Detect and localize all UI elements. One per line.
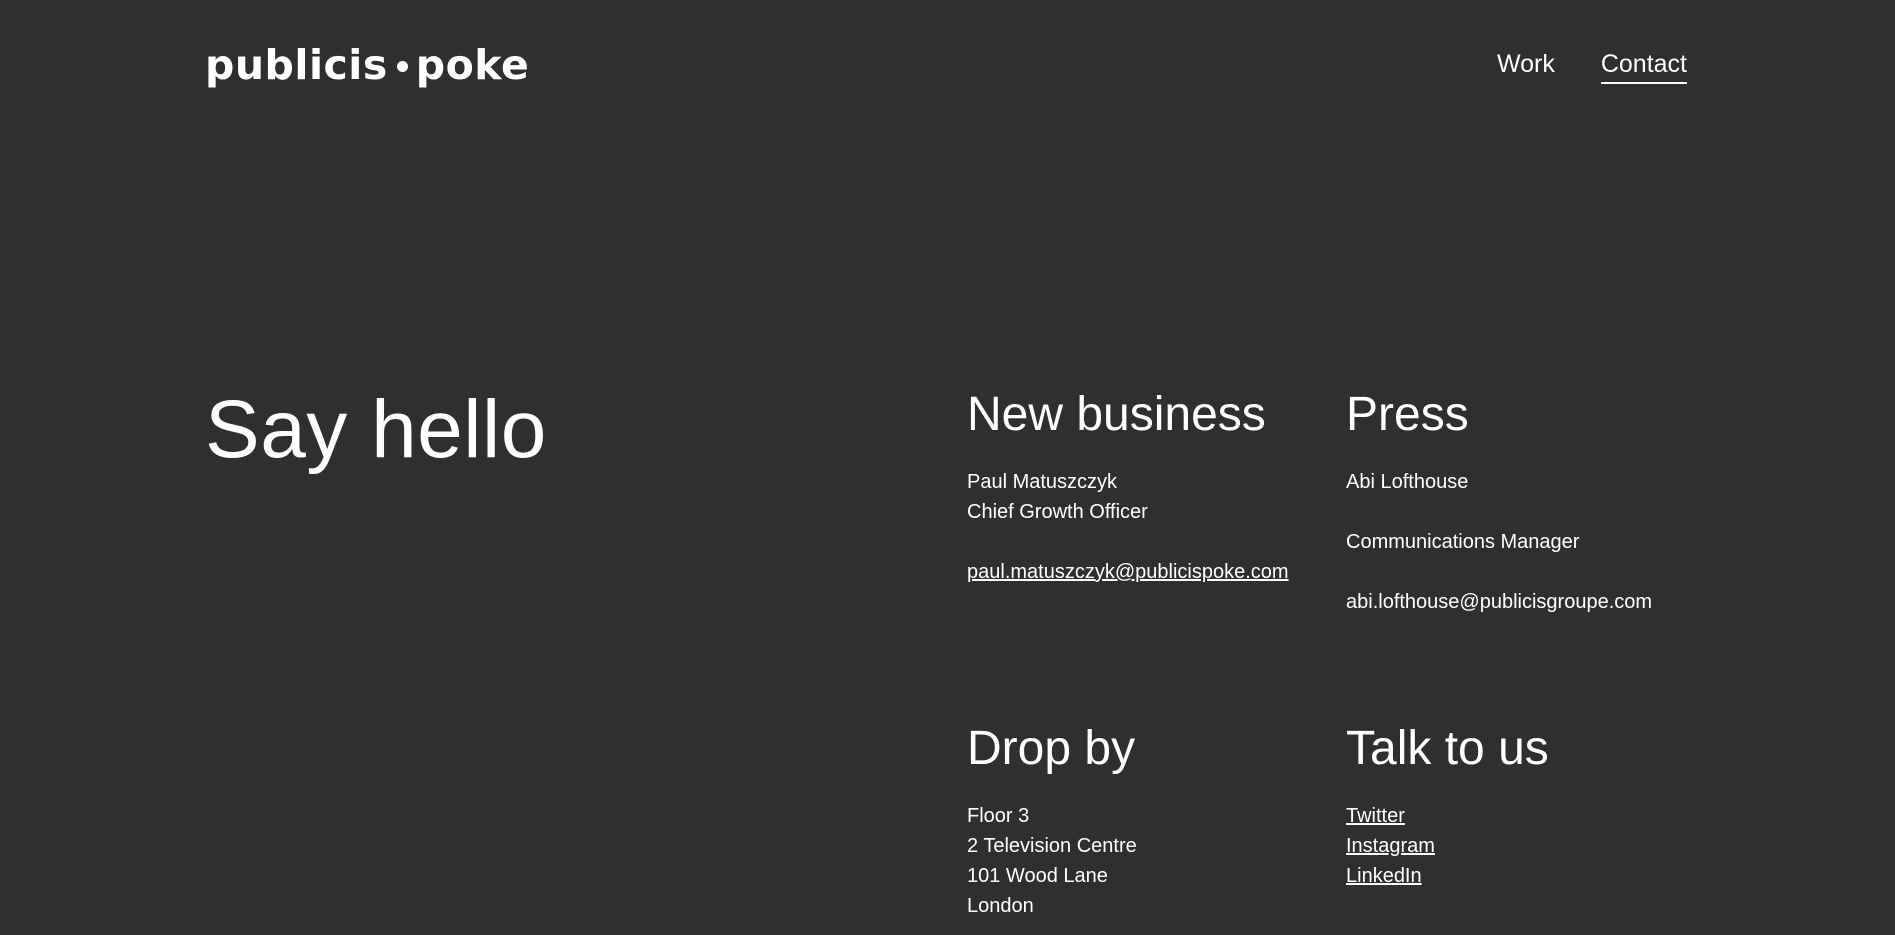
drop-by-section: Drop by Floor 3 2 Television Centre 101 …: [967, 721, 1137, 921]
talk-to-us-heading: Talk to us: [1346, 722, 1549, 775]
address-line: Floor 3: [967, 805, 1030, 827]
new-business-heading: New business: [967, 388, 1266, 441]
twitter-link[interactable]: Twitter: [1346, 801, 1549, 831]
address-line: 2 Television Centre: [967, 835, 1137, 857]
logo-text-right: poke: [415, 41, 530, 89]
press-contact-name: Abi Lofthouse: [1346, 471, 1469, 493]
new-business-section: New business Paul Matuszczyk Chief Growt…: [967, 387, 1289, 587]
talk-to-us-section: Talk to us Twitter Instagram LinkedIn: [1346, 721, 1549, 891]
logo-dot-icon: [396, 60, 408, 72]
linkedin-link[interactable]: LinkedIn: [1346, 861, 1549, 891]
nav-contact-link[interactable]: Contact: [1600, 48, 1687, 84]
publicis-poke-logo[interactable]: publicis poke: [205, 40, 529, 90]
site-header: publicis poke Work Contact: [0, 0, 1895, 130]
new-business-email-link[interactable]: paul.matuszczyk@publicispoke.com: [967, 561, 1289, 583]
nav-work-link[interactable]: Work: [1497, 48, 1555, 84]
press-heading: Press: [1346, 388, 1469, 441]
new-business-contact-role: Chief Growth Officer: [967, 501, 1148, 523]
page-title: Say hello: [205, 384, 547, 475]
press-contact-role: Communications Manager: [1346, 531, 1580, 553]
logo-text-left: publicis: [205, 41, 388, 89]
press-contact-email: abi.lofthouse@publicisgroupe.com: [1346, 591, 1653, 613]
address-line: 101 Wood Lane: [967, 865, 1108, 887]
instagram-link[interactable]: Instagram: [1346, 831, 1549, 861]
drop-by-heading: Drop by: [967, 722, 1136, 775]
main-nav: Work Contact: [1497, 48, 1687, 84]
press-section: Press Abi Lofthouse Communications Manag…: [1346, 387, 1652, 617]
new-business-contact-name: Paul Matuszczyk: [967, 471, 1118, 493]
address-line: London: [967, 895, 1034, 917]
